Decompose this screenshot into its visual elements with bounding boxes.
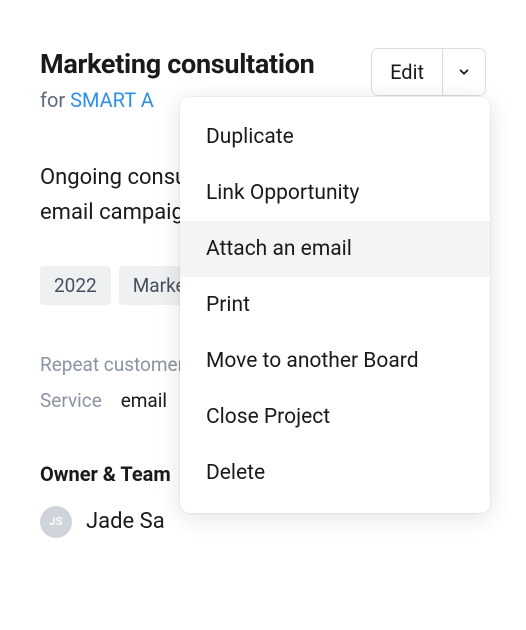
dropdown-toggle[interactable]	[442, 49, 485, 95]
chevron-down-icon	[457, 65, 471, 79]
menu-item[interactable]: Close Project	[180, 389, 490, 445]
owner-name: Jade Sa	[86, 509, 165, 534]
subtitle-link[interactable]: SMART A	[70, 88, 154, 112]
tag[interactable]: 2022	[40, 266, 111, 305]
service-label: Service	[40, 389, 102, 412]
menu-item[interactable]: Duplicate	[180, 109, 490, 165]
menu-item[interactable]: Link Opportunity	[180, 165, 490, 221]
repeat-customer-label: Repeat customer	[40, 353, 184, 376]
menu-item[interactable]: Print	[180, 277, 490, 333]
edit-button[interactable]: Edit	[372, 49, 442, 95]
dropdown-menu: DuplicateLink OpportunityAttach an email…	[180, 97, 490, 513]
menu-item[interactable]: Move to another Board	[180, 333, 490, 389]
subtitle-prefix: for	[40, 88, 70, 112]
service-value: email	[121, 389, 167, 412]
edit-button-group: Edit	[371, 48, 486, 96]
page-title: Marketing consultation	[40, 48, 371, 80]
menu-item[interactable]: Delete	[180, 445, 490, 501]
avatar: JS	[40, 506, 72, 538]
menu-item[interactable]: Attach an email	[180, 221, 490, 277]
